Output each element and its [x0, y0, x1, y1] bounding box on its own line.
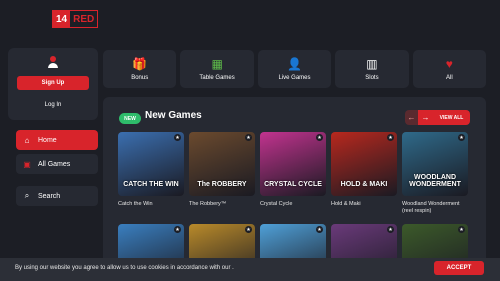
favorite-star-icon[interactable]: ★: [458, 226, 465, 233]
game-thumbnail[interactable]: ★ WOODLAND WONDERMENT: [402, 132, 468, 196]
logo-number: 14: [53, 11, 71, 27]
nav-home-label: Home: [38, 136, 57, 144]
cards-icon: ▣: [23, 159, 31, 169]
category-label: All: [445, 75, 453, 81]
next-arrow-icon[interactable]: →: [418, 110, 433, 125]
game-card[interactable]: ★ HOLD & MAKI Hold & Maki: [331, 132, 397, 208]
game-name: Hold & Maki: [331, 201, 361, 207]
nav-all-games[interactable]: ▣ All Games: [16, 154, 98, 174]
favorite-star-icon[interactable]: ★: [387, 226, 394, 233]
game-card[interactable]: ★ CATCH THE WIN Catch the Win: [118, 132, 184, 208]
game-name: The Robbery™: [189, 201, 227, 207]
new-badge: NEW: [119, 113, 141, 124]
favorite-star-icon[interactable]: ★: [245, 226, 252, 233]
signup-button[interactable]: Sign Up: [17, 76, 89, 90]
account-panel: Sign Up Log In: [8, 48, 98, 120]
category-label: Slots: [365, 75, 379, 81]
favorite-star-icon[interactable]: ★: [387, 134, 394, 141]
nav-search[interactable]: ⌕ Search: [16, 186, 98, 206]
category-label: Live Games: [278, 75, 311, 81]
logo[interactable]: 14 RED: [52, 10, 98, 28]
favorite-star-icon[interactable]: ★: [245, 134, 252, 141]
game-art-title: CRYSTAL CYCLE: [264, 181, 322, 188]
cookie-banner: By using our website you agree to allow …: [0, 258, 500, 281]
category-bonus[interactable]: 🎁 Bonus: [103, 50, 177, 88]
new-games-panel: NEW New Games ← → VIEW ALL ★ CATCH THE WI…: [103, 97, 486, 281]
dealer-icon: 👤: [287, 57, 302, 71]
game-thumbnail[interactable]: ★ HOLD & MAKI: [331, 132, 397, 196]
logo-brand: RED: [73, 13, 95, 25]
game-name: Woodland Wonderment (reel respin): [402, 201, 460, 214]
game-art-title: The ROBBERY: [197, 181, 247, 188]
game-thumbnail[interactable]: ★ CATCH THE WIN: [118, 132, 184, 196]
game-name: Catch the Win: [118, 201, 153, 207]
game-art-title: WOODLAND WONDERMENT: [409, 174, 461, 188]
gift-icon: 🎁: [132, 57, 148, 71]
game-card[interactable]: ★ WOODLAND WONDERMENT Woodland Wonderment …: [402, 132, 468, 215]
top-bar: 14 RED: [0, 0, 500, 38]
favorite-star-icon[interactable]: ★: [174, 134, 181, 141]
game-art-title: HOLD & MAKI: [340, 181, 388, 188]
game-art-title: CATCH THE WIN: [123, 181, 179, 188]
game-thumbnail[interactable]: ★ The ROBBERY: [189, 132, 255, 196]
category-slots[interactable]: ▥ Slots: [335, 50, 409, 88]
favorite-star-icon[interactable]: ★: [316, 226, 323, 233]
category-bar: 🎁 Bonus ▦ Table Games 👤 Live Games ▥ Slo…: [103, 50, 487, 88]
game-name: Crystal Cycle: [260, 201, 293, 207]
view-all-button[interactable]: VIEW ALL: [433, 110, 470, 125]
category-all[interactable]: ♥ All: [412, 50, 487, 88]
home-icon: ⌂: [24, 135, 30, 145]
section-title: New Games: [145, 110, 202, 121]
nav-home[interactable]: ⌂ Home: [16, 130, 98, 150]
search-icon: ⌕: [24, 191, 30, 200]
nav-search-label: Search: [38, 192, 61, 200]
cookie-text: By using our website you agree to allow …: [15, 265, 234, 271]
favorite-star-icon[interactable]: ★: [316, 134, 323, 141]
prev-arrow-icon[interactable]: ←: [405, 110, 418, 125]
game-card[interactable]: ★ CRYSTAL CYCLE Crystal Cycle: [260, 132, 326, 208]
category-label: Bonus: [131, 75, 149, 81]
sidebar: Sign Up Log In ⌂ Home ▣ All Games ⌕ Sear…: [8, 48, 98, 281]
playing-cards-icon: ♥: [445, 57, 453, 71]
slot-machine-icon: ▥: [366, 57, 378, 71]
category-table-games[interactable]: ▦ Table Games: [180, 50, 254, 88]
accept-button[interactable]: ACCEPT: [434, 261, 484, 275]
roulette-icon: ▦: [211, 57, 223, 71]
login-button[interactable]: Log In: [17, 98, 89, 112]
game-thumbnail[interactable]: ★ CRYSTAL CYCLE: [260, 132, 326, 196]
favorite-star-icon[interactable]: ★: [458, 134, 465, 141]
game-card[interactable]: ★ The ROBBERY The Robbery™: [189, 132, 255, 208]
category-live-games[interactable]: 👤 Live Games: [257, 50, 332, 88]
favorite-star-icon[interactable]: ★: [174, 226, 181, 233]
nav-all-games-label: All Games: [38, 160, 71, 168]
user-icon: [48, 56, 58, 68]
category-label: Table Games: [199, 75, 235, 81]
